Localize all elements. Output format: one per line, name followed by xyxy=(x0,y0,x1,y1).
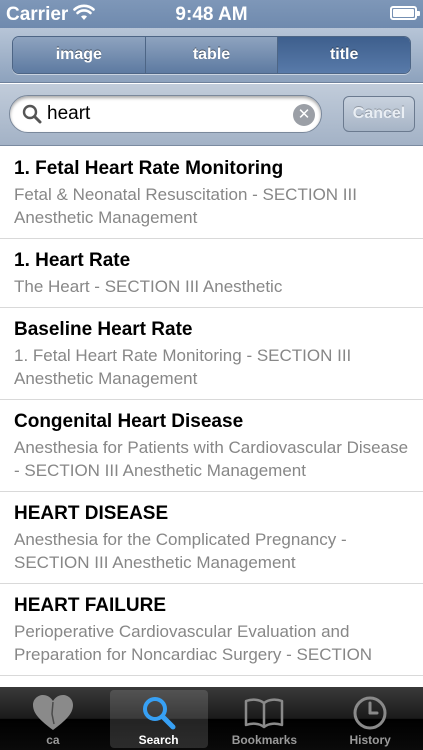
tab-label: ca xyxy=(46,733,60,747)
list-item[interactable]: HEART FAILURE Perioperative Cardiovascul… xyxy=(0,584,423,676)
heart-icon xyxy=(31,693,75,733)
result-subtitle: Anesthesia for Patients with Cardiovascu… xyxy=(14,438,409,480)
result-subtitle: Perioperative Cardiovascular Evaluation … xyxy=(14,622,373,664)
list-item[interactable]: 1. Fetal Heart Rate Monitoring Fetal & N… xyxy=(0,147,423,239)
tab-label: Bookmarks xyxy=(231,733,298,747)
tab-bookmarks[interactable]: Bookmarks xyxy=(212,687,318,750)
search-field[interactable]: ✕ xyxy=(9,95,322,133)
list-item[interactable]: HEART DISEASE Anesthesia for the Complic… xyxy=(0,492,423,584)
search-icon xyxy=(22,104,42,129)
list-item[interactable]: 1. Heart Rate The Heart - SECTION III An… xyxy=(0,239,423,308)
tab-label: History xyxy=(349,733,391,747)
clock-icon xyxy=(352,693,388,733)
cancel-button[interactable]: Cancel xyxy=(343,96,415,132)
tab-bar: ca Search Bookmarks History xyxy=(0,687,423,750)
tab-label: Search xyxy=(138,733,179,747)
search-results-list: 1. Fetal Heart Rate Monitoring Fetal & N… xyxy=(0,147,423,687)
clear-search-icon[interactable]: ✕ xyxy=(293,104,315,126)
list-item[interactable]: Baseline Heart Rate 1. Fetal Heart Rate … xyxy=(0,308,423,400)
result-title: HEART DISEASE xyxy=(14,503,169,524)
result-subtitle: Anesthesia for the Complicated Pregnancy… xyxy=(14,530,347,572)
list-item[interactable]: Congenital Heart Disease Anesthesia for … xyxy=(0,400,423,492)
search-input[interactable] xyxy=(47,102,287,126)
segment-image[interactable]: image xyxy=(13,37,146,73)
segment-table[interactable]: table xyxy=(145,37,279,73)
tab-search[interactable]: Search xyxy=(106,687,212,750)
status-bar: Carrier 9:48 AM xyxy=(0,0,423,28)
result-title: Baseline Heart Rate xyxy=(14,319,193,340)
search-bar: ✕ Cancel xyxy=(0,84,423,146)
result-subtitle: 1. Fetal Heart Rate Monitoring - SECTION… xyxy=(14,346,352,388)
tab-ca[interactable]: ca xyxy=(0,687,106,750)
scope-bar: image table title xyxy=(0,28,423,83)
app-screen: Carrier 9:48 AM image table title heart … xyxy=(0,0,423,750)
result-title: Congenital Heart Disease xyxy=(14,411,244,432)
tab-history[interactable]: History xyxy=(317,687,423,750)
result-title: HEART FAILURE xyxy=(14,595,166,616)
result-title: 1. Heart Rate xyxy=(14,250,131,271)
search-scope-segmented-control: image table title xyxy=(12,36,411,74)
clock-time: 9:48 AM xyxy=(175,4,248,25)
battery-icon xyxy=(390,6,420,20)
search-icon xyxy=(141,693,177,733)
result-subtitle: Fetal & Neonatal Resuscitation - SECTION… xyxy=(14,185,357,227)
result-subtitle: The Heart - SECTION III Anesthetic xyxy=(14,277,283,296)
book-icon xyxy=(244,693,284,733)
segment-title[interactable]: title xyxy=(278,37,410,73)
result-title: 1. Fetal Heart Rate Monitoring xyxy=(14,158,284,179)
